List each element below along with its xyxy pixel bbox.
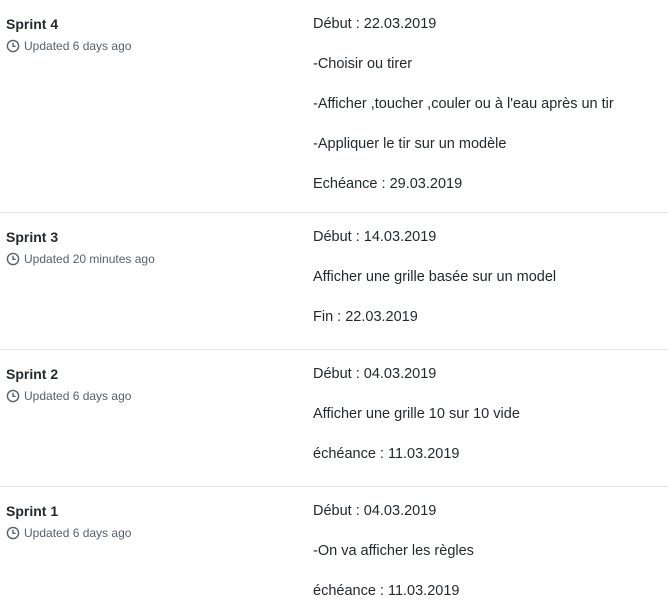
- description-line: échéance : 11.03.2019: [313, 583, 460, 599]
- milestone-updated-text: Updated 6 days ago: [24, 39, 132, 53]
- milestone-description: Début : 04.03.2019 Afficher une grille 1…: [313, 364, 658, 464]
- description-line: Début : 22.03.2019: [313, 16, 437, 32]
- clock-icon: [6, 526, 20, 540]
- milestone-updated-text: Updated 20 minutes ago: [24, 252, 155, 266]
- milestone-description: Début : 04.03.2019 -On va afficher les r…: [313, 501, 658, 601]
- description-line: Afficher une grille 10 sur 10 vide: [313, 406, 520, 422]
- milestone-updated: Updated 6 days ago: [6, 38, 131, 54]
- description-line: Fin : 22.03.2019: [313, 309, 418, 325]
- description-line: -Choisir ou tirer: [313, 56, 413, 72]
- milestone-updated-text: Updated 6 days ago: [24, 526, 132, 540]
- milestone-item: Sprint 1 Updated 6 days ago Début : 04.0…: [0, 487, 668, 615]
- description-line: -Afficher ,toucher ,couler ou à l'eau ap…: [313, 96, 614, 112]
- milestone-title-link[interactable]: Sprint 3: [6, 227, 155, 247]
- description-line: -On va afficher les règles: [313, 543, 474, 559]
- milestone-header: Sprint 2 Updated 6 days ago: [6, 364, 131, 404]
- milestone-description: Début : 22.03.2019 -Choisir ou tirer -Af…: [313, 14, 658, 194]
- milestone-item: Sprint 2 Updated 6 days ago Début : 04.0…: [0, 350, 668, 487]
- milestone-header: Sprint 4 Updated 6 days ago: [6, 14, 131, 54]
- description-line: -Appliquer le tir sur un modèle: [313, 136, 507, 152]
- description-line: Afficher une grille basée sur un model: [313, 269, 557, 285]
- milestone-description: Début : 14.03.2019 Afficher une grille b…: [313, 227, 658, 327]
- milestone-item: Sprint 4 Updated 6 days ago Début : 22.0…: [0, 0, 668, 213]
- milestone-list: Sprint 4 Updated 6 days ago Début : 22.0…: [0, 0, 668, 615]
- milestone-header: Sprint 3 Updated 20 minutes ago: [6, 227, 155, 267]
- description-line: Début : 04.03.2019: [313, 366, 437, 382]
- milestone-updated-text: Updated 6 days ago: [24, 389, 132, 403]
- clock-icon: [6, 389, 20, 403]
- milestone-title-link[interactable]: Sprint 1: [6, 501, 131, 521]
- description-line: Début : 14.03.2019: [313, 229, 437, 245]
- milestone-updated: Updated 6 days ago: [6, 388, 131, 404]
- clock-icon: [6, 39, 20, 53]
- milestone-title-link[interactable]: Sprint 2: [6, 364, 131, 384]
- milestone-title-link[interactable]: Sprint 4: [6, 14, 131, 34]
- description-line: Début : 04.03.2019: [313, 503, 437, 519]
- milestone-updated: Updated 6 days ago: [6, 525, 131, 541]
- milestone-updated: Updated 20 minutes ago: [6, 251, 155, 267]
- milestone-header: Sprint 1 Updated 6 days ago: [6, 501, 131, 541]
- clock-icon: [6, 252, 20, 266]
- description-line: échéance : 11.03.2019: [313, 446, 460, 462]
- milestone-item: Sprint 3 Updated 20 minutes ago Début : …: [0, 213, 668, 350]
- description-line: Echéance : 29.03.2019: [313, 176, 463, 192]
